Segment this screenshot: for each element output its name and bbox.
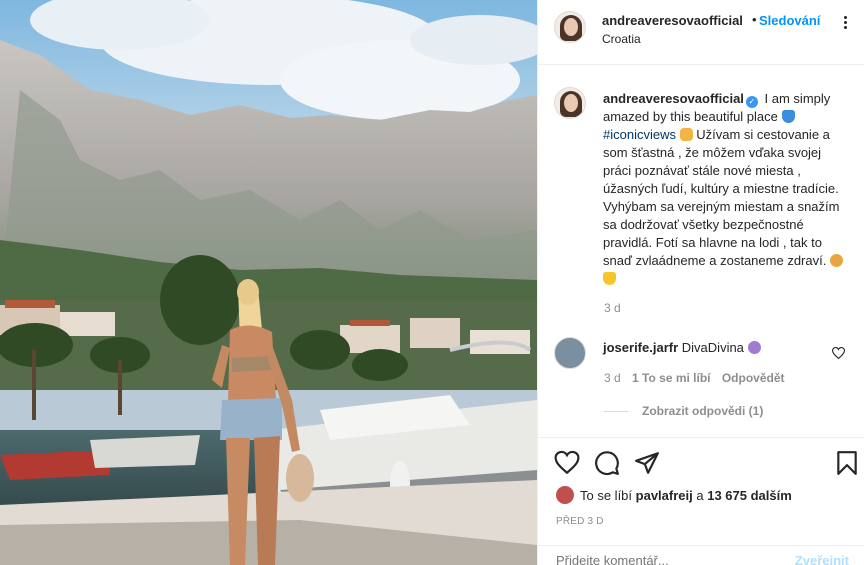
blue-heart-icon (781, 110, 795, 123)
commenter-username[interactable]: joserife.jarfr (603, 340, 678, 355)
liked-by-prefix: To se líbí (580, 488, 633, 503)
share-icon[interactable] (634, 450, 660, 476)
replies-divider (604, 411, 628, 413)
post-header: andreaveresovaofficial • Sledování Croat… (538, 0, 864, 65)
post-location[interactable]: Croatia (602, 32, 641, 46)
liked-by-count[interactable]: 13 675 dalším (707, 488, 792, 503)
verified-badge-icon: ✓ (745, 96, 758, 108)
comment-icon[interactable] (594, 450, 620, 476)
post-date: PŘED 3 D (556, 516, 604, 527)
bookmark-icon[interactable] (834, 450, 860, 476)
caption-text-2: Užívam si cestovanie a som šťastná , že … (603, 127, 840, 268)
liked-by-and: a (696, 488, 704, 503)
separator-dot: • (752, 12, 757, 27)
pointing-hand-icon (679, 128, 693, 141)
author-username[interactable]: andreaveresovaofficial (602, 13, 743, 28)
add-comment-bar: Zveřejnit (538, 545, 864, 565)
post-photo[interactable] (0, 0, 537, 565)
caption-timestamp: 3 d (604, 301, 621, 315)
photo-scene (0, 0, 537, 565)
view-replies-link[interactable]: Zobrazit odpovědi (1) (604, 404, 763, 418)
caption-username[interactable]: andreaveresovaofficial (603, 91, 744, 106)
yellow-heart-icon (603, 272, 616, 285)
likes-summary: To se líbí pavlafreij a 13 675 dalším (556, 486, 792, 504)
reply-link[interactable]: Odpovědět (722, 371, 785, 385)
comment-item: joserife.jarfr DivaDivina (603, 340, 761, 355)
comment-timestamp: 3 d (604, 371, 621, 385)
caption-author-avatar[interactable] (554, 87, 586, 119)
comment-meta: 3 d 1 To se mi líbí Odpovědět (604, 371, 793, 385)
post-panel: andreaveresovaofficial • Sledování Croat… (537, 0, 864, 565)
liker-avatar[interactable] (556, 486, 574, 504)
commenter-avatar[interactable] (554, 337, 586, 369)
liked-by-user[interactable]: pavlafreij (636, 488, 693, 503)
publish-button[interactable]: Zveřejnit (795, 553, 849, 565)
follow-button[interactable]: Sledování (759, 13, 820, 28)
comment-likes-link[interactable]: 1 To se mi líbí (632, 371, 710, 385)
post-caption: andreaveresovaofficial ✓ I am simply amaz… (603, 90, 851, 288)
more-options-icon[interactable] (838, 14, 852, 34)
caption-hashtag[interactable]: #iconicviews (603, 127, 676, 142)
comment-input[interactable] (556, 553, 776, 565)
author-avatar[interactable] (554, 11, 586, 43)
hugging-emoji-icon (829, 254, 843, 267)
view-replies-label: Zobrazit odpovědi (1) (642, 404, 764, 418)
heart-icon[interactable] (554, 450, 580, 476)
woman-emoji-icon (747, 341, 761, 354)
like-comment-heart-icon[interactable] (832, 347, 845, 359)
comment-text: DivaDivina (681, 340, 744, 355)
